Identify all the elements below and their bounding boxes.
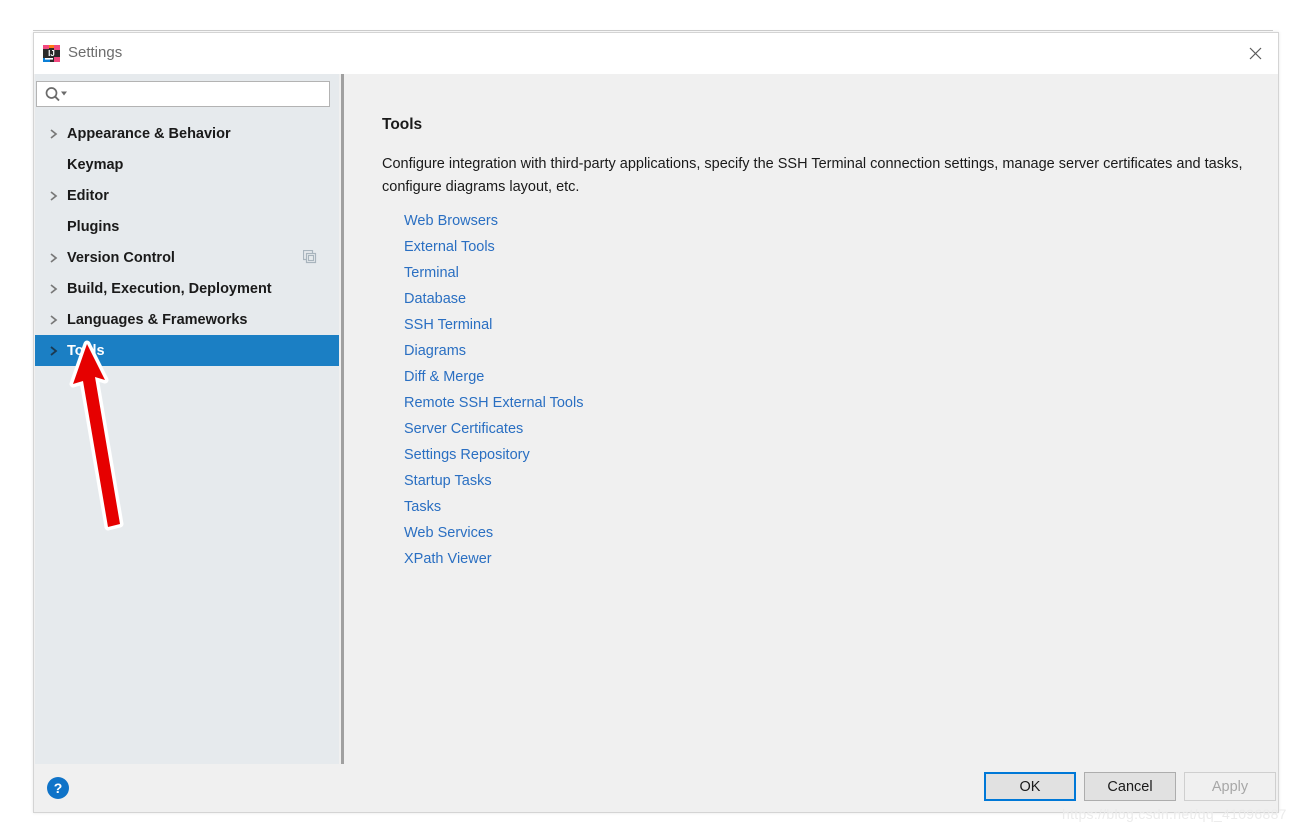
sidebar-item-label: Appearance & Behavior <box>67 125 231 142</box>
svg-text:IJ: IJ <box>48 49 55 58</box>
settings-main-panel: Tools Configure integration with third-p… <box>346 74 1278 764</box>
sidebar-item-label: Build, Execution, Deployment <box>67 280 272 297</box>
sidebar-item-keymap[interactable]: Keymap <box>35 149 339 180</box>
sidebar-item-languages-frameworks[interactable]: Languages & Frameworks <box>35 304 339 335</box>
chevron-right-icon[interactable] <box>49 283 67 295</box>
close-icon[interactable] <box>1232 33 1278 74</box>
screen: IJ Settings Appearance & Behavior Keymap… <box>0 0 1310 835</box>
dialog-titlebar: IJ Settings <box>34 33 1278 74</box>
sidebar-item-label: Version Control <box>67 249 175 266</box>
background-window-edge <box>33 30 1273 31</box>
tools-link-list: Web Browsers External Tools Terminal Dat… <box>404 208 583 572</box>
link-settings-repository[interactable]: Settings Repository <box>404 442 583 468</box>
background-window-ghost-text <box>53 10 58 16</box>
link-remote-ssh-external-tools[interactable]: Remote SSH External Tools <box>404 390 583 416</box>
sidebar-item-label: Languages & Frameworks <box>67 311 248 328</box>
sidebar-item-label: Plugins <box>67 218 120 235</box>
dialog-content: Appearance & Behavior Keymap Editor Plug… <box>34 74 1278 764</box>
sidebar-item-appearance-behavior[interactable]: Appearance & Behavior <box>35 118 339 149</box>
watermark: https://blog.csdn.net/qq_41096887 <box>1062 806 1287 822</box>
chevron-right-icon[interactable] <box>49 190 67 202</box>
cancel-button[interactable]: Cancel <box>1084 772 1176 801</box>
sidebar-item-label: Keymap <box>67 156 124 173</box>
dialog-title: Settings <box>68 44 123 61</box>
help-icon[interactable]: ? <box>46 776 70 800</box>
settings-sidebar: Appearance & Behavior Keymap Editor Plug… <box>35 74 339 764</box>
sidebar-item-version-control[interactable]: Version Control <box>35 242 339 273</box>
sidebar-item-editor[interactable]: Editor <box>35 180 339 211</box>
link-ssh-terminal[interactable]: SSH Terminal <box>404 312 583 338</box>
search-input[interactable] <box>73 82 323 106</box>
splitter-bar <box>341 74 344 764</box>
link-terminal[interactable]: Terminal <box>404 260 583 286</box>
panel-splitter[interactable] <box>339 74 346 764</box>
chevron-right-icon[interactable] <box>49 314 67 326</box>
link-diagrams[interactable]: Diagrams <box>404 338 583 364</box>
link-server-certificates[interactable]: Server Certificates <box>404 416 583 442</box>
search-box[interactable] <box>36 81 330 107</box>
link-web-services[interactable]: Web Services <box>404 520 583 546</box>
settings-category-tree: Appearance & Behavior Keymap Editor Plug… <box>35 118 339 366</box>
sidebar-item-tools[interactable]: Tools <box>35 335 339 366</box>
intellij-idea-logo-icon: IJ <box>41 43 62 64</box>
copy-icon[interactable] <box>302 249 317 269</box>
sidebar-item-plugins[interactable]: Plugins <box>35 211 339 242</box>
link-external-tools[interactable]: External Tools <box>404 234 583 260</box>
link-tasks[interactable]: Tasks <box>404 494 583 520</box>
chevron-right-icon[interactable] <box>49 345 67 357</box>
link-startup-tasks[interactable]: Startup Tasks <box>404 468 583 494</box>
chevron-right-icon[interactable] <box>49 128 67 140</box>
link-database[interactable]: Database <box>404 286 583 312</box>
dialog-footer: ? OK Cancel Apply <box>34 764 1278 812</box>
link-web-browsers[interactable]: Web Browsers <box>404 208 583 234</box>
page-description: Configure integration with third-party a… <box>382 156 1243 195</box>
search-icon <box>44 86 68 108</box>
settings-dialog: IJ Settings Appearance & Behavior Keymap… <box>33 32 1279 813</box>
link-diff-and-merge[interactable]: Diff & Merge <box>404 364 583 390</box>
chevron-right-icon[interactable] <box>49 252 67 264</box>
sidebar-item-label: Tools <box>67 342 105 359</box>
page-title: Tools <box>382 116 423 133</box>
sidebar-item-build-execution-deployment[interactable]: Build, Execution, Deployment <box>35 273 339 304</box>
sidebar-item-label: Editor <box>67 187 109 204</box>
apply-button: Apply <box>1184 772 1276 801</box>
svg-text:?: ? <box>54 780 63 796</box>
link-xpath-viewer[interactable]: XPath Viewer <box>404 546 583 572</box>
background-window-sliver <box>33 10 1273 32</box>
ok-button[interactable]: OK <box>984 772 1076 801</box>
